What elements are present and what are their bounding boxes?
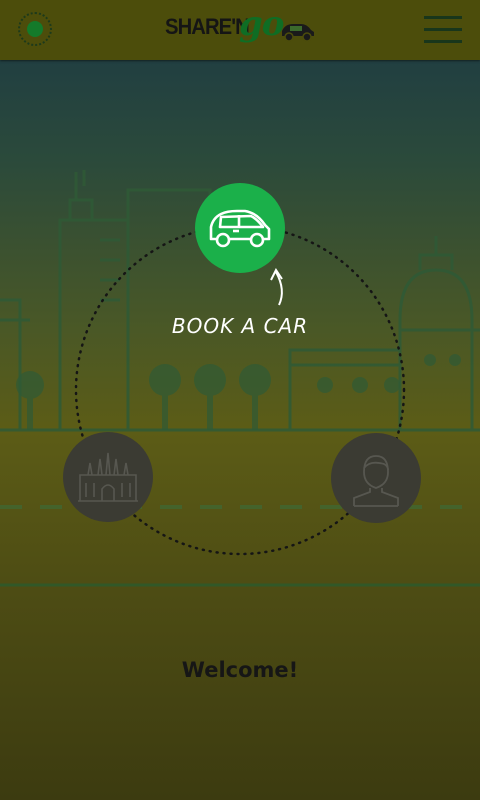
car-icon	[209, 209, 271, 248]
book-car-label[interactable]: BOOK A CAR	[150, 314, 330, 338]
user-profile-icon	[353, 455, 399, 507]
top-bar: SHARE'N go	[0, 0, 480, 60]
cathedral-icon	[78, 452, 138, 502]
places-button[interactable]	[63, 432, 153, 522]
logo-go-text: go	[239, 4, 284, 44]
hamburger-menu-icon[interactable]	[424, 16, 462, 44]
profile-button[interactable]	[331, 433, 421, 523]
book-car-button[interactable]	[195, 183, 285, 273]
location-target-icon[interactable]	[18, 12, 52, 46]
app-screen: SHARE'N go BOOK A CAR Welcome!	[0, 0, 480, 800]
app-logo: SHARE'N go	[165, 4, 325, 46]
logo-car-icon	[282, 24, 314, 42]
logo-share-text: SHARE'N	[165, 14, 250, 39]
welcome-text: Welcome!	[181, 658, 299, 682]
location-dot	[27, 21, 43, 37]
